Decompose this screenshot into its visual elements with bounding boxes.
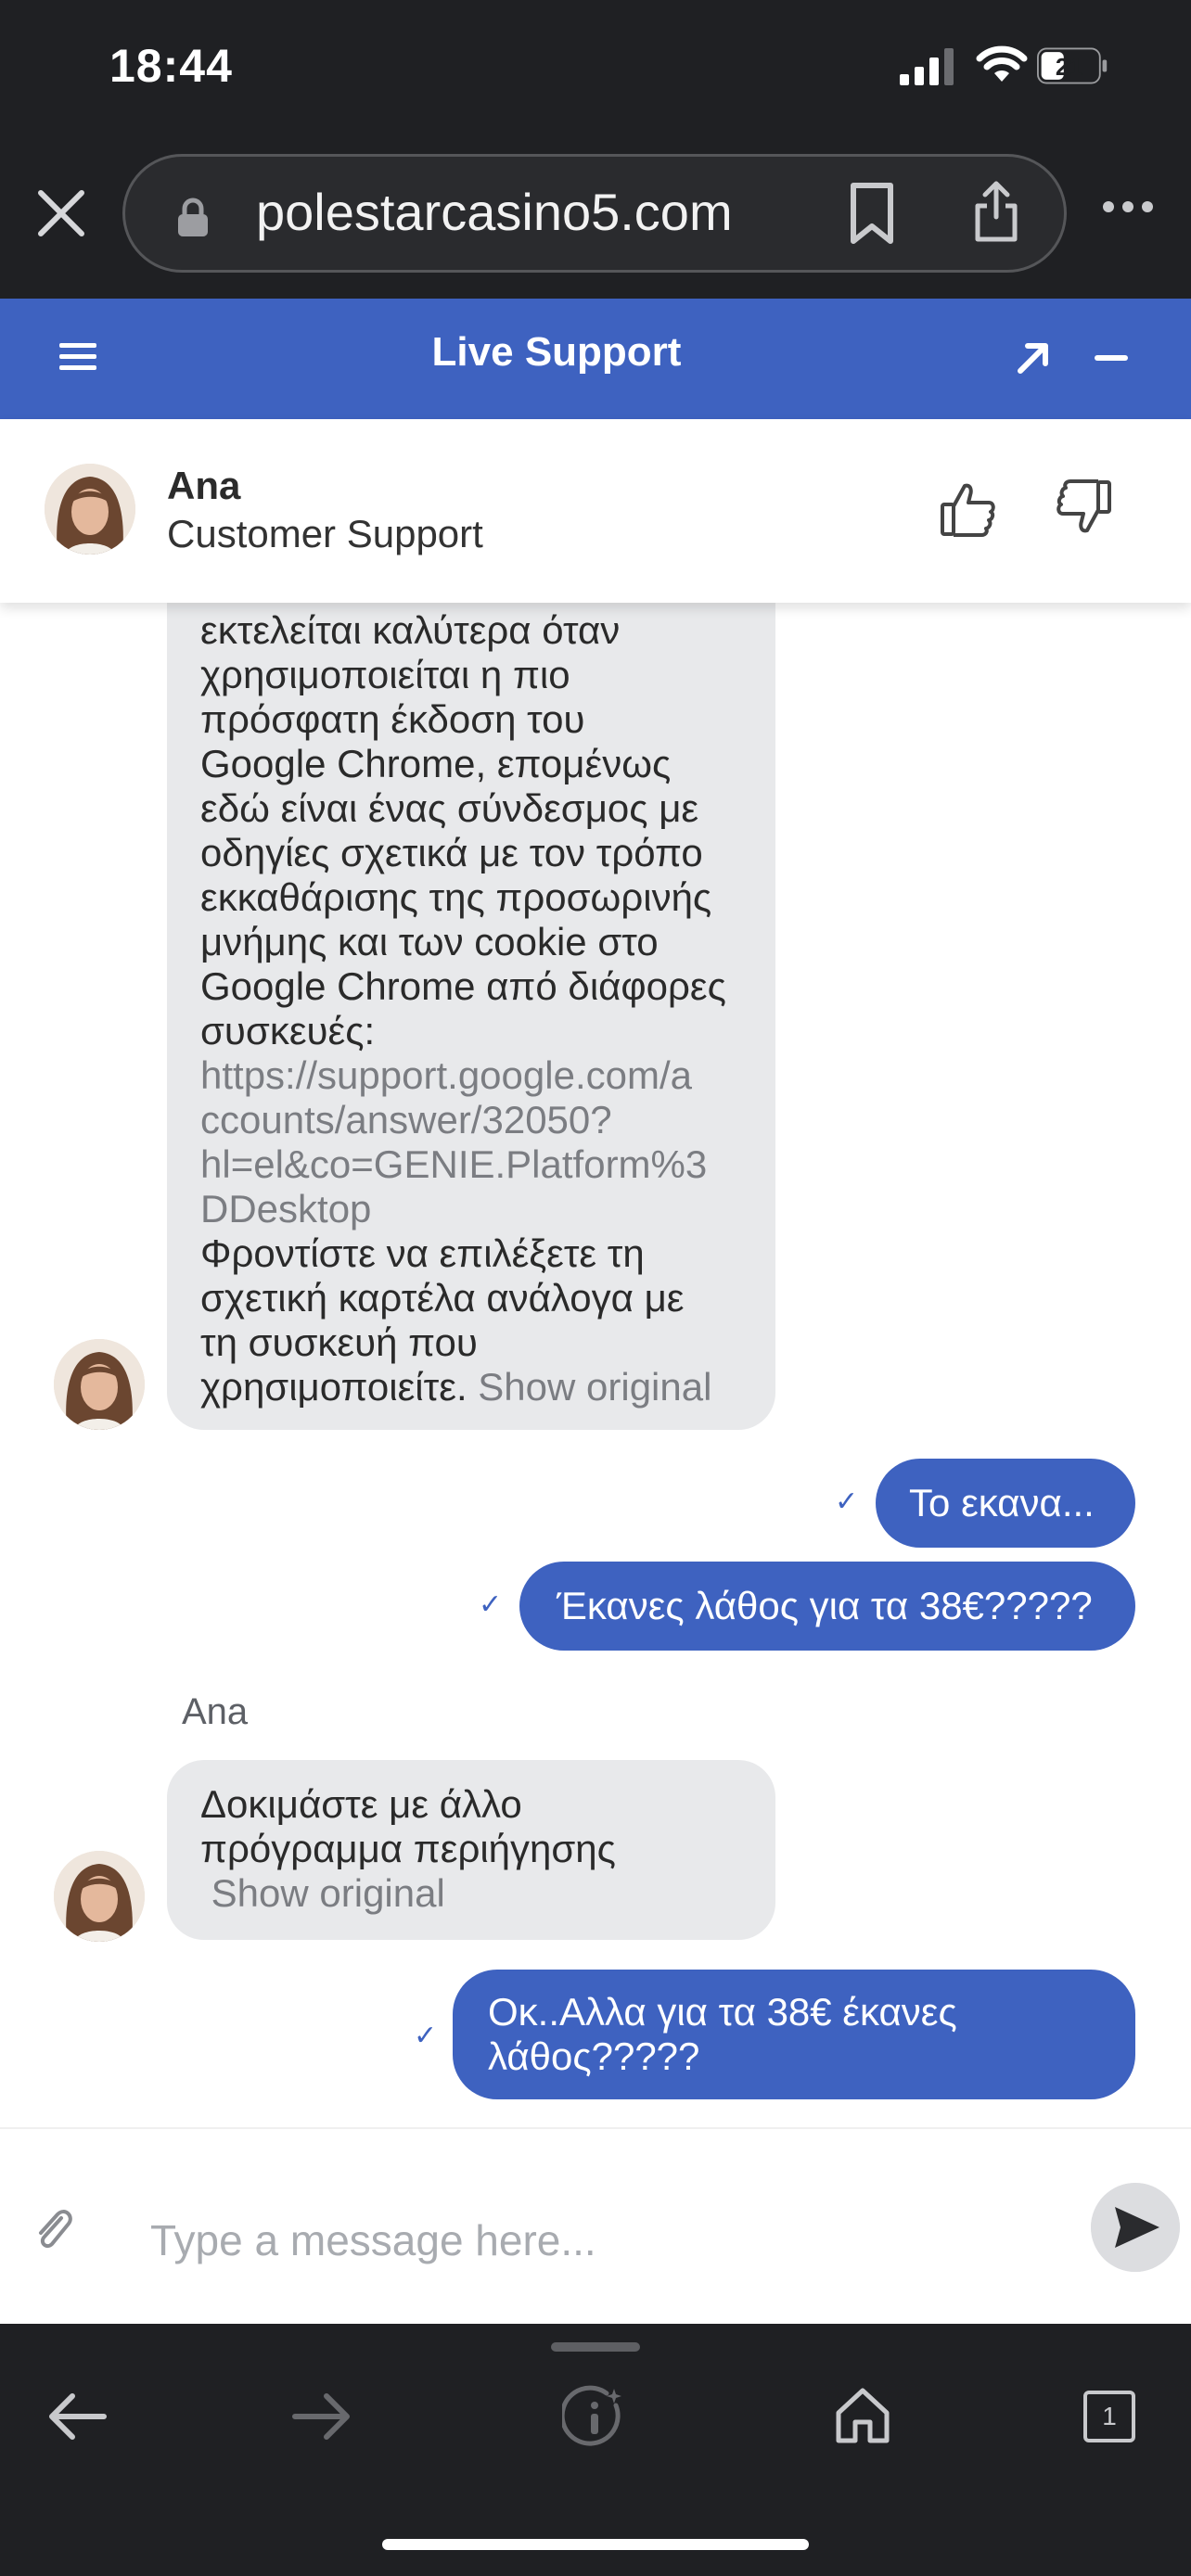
message-line: σχετική καρτέλα ανάλογα με	[200, 1276, 685, 1320]
site-info-icon[interactable]	[562, 2385, 627, 2450]
message-line: χρησιμοποιείτε.	[200, 1365, 467, 1409]
message-line: Φροντίστε να επιλέξετε τη	[200, 1231, 645, 1275]
support-link-line[interactable]: ccounts/answer/32050?	[200, 1098, 742, 1142]
agent-message-bubble: Δοκιμάστε με άλλο πρόγραμμα περιήγησης S…	[167, 1760, 775, 1940]
lock-icon	[178, 198, 208, 236]
minimize-icon[interactable]	[1095, 355, 1128, 361]
message-line: πρόσφατη έκδοση του	[200, 697, 585, 741]
thumbs-down-icon[interactable]	[1054, 478, 1113, 538]
delivered-check-icon: ✓	[479, 1589, 503, 1620]
message-line: πρόγραμμα περιήγησης	[200, 1827, 616, 1870]
message-line: μνήμης και των cookie στο	[200, 920, 659, 963]
agent-role: Customer Support	[167, 512, 483, 555]
chat-title: Live Support	[431, 329, 682, 375]
message-line: Οκ..Αλλα για τα 38€ έκανες	[488, 1990, 957, 2034]
message-line: εκκαθάρισης της προσωρινής	[200, 875, 712, 919]
url-text[interactable]: polestarcasino5.com	[256, 182, 733, 242]
support-link-line[interactable]: https://support.google.com/a	[200, 1053, 742, 1098]
message-line: εδώ είναι ένας σύνδεσμος με	[200, 786, 699, 830]
delivered-check-icon: ✓	[414, 2021, 438, 2051]
share-icon[interactable]	[970, 178, 1022, 245]
send-button[interactable]	[1091, 2183, 1180, 2272]
agent-avatar	[54, 1851, 145, 1942]
message-text: Έκανες λάθος για τα 38€?????	[557, 1584, 1093, 1627]
home-indicator	[382, 2539, 809, 2550]
cellular-signal-icon	[900, 48, 954, 85]
agent-avatar	[45, 464, 135, 555]
home-icon[interactable]	[833, 2385, 892, 2444]
delivered-check-icon: ✓	[835, 1486, 859, 1517]
agent-message-bubble: εκτελείται καλύτερα όταν χρησιμοποιείται…	[167, 556, 775, 1430]
status-time: 18:44	[109, 40, 233, 92]
sender-name: Ana	[182, 1691, 249, 1732]
message-line: λάθος?????	[488, 2034, 700, 2078]
more-options-icon[interactable]	[1102, 200, 1154, 213]
message-line: Google Chrome, επομένως	[200, 742, 672, 785]
back-arrow-icon[interactable]	[46, 2391, 108, 2442]
thumbs-up-icon[interactable]	[939, 478, 998, 538]
user-message-bubble: Οκ..Αλλα για τα 38€ έκανες λάθος?????	[453, 1970, 1135, 2099]
message-line: χρησιμοποιείται η πιο	[200, 653, 570, 696]
battery-icon: 21	[1037, 47, 1108, 84]
agent-name: Ana	[167, 464, 241, 507]
sheet-grabber[interactable]	[551, 2342, 640, 2352]
user-message-bubble: Έκανες λάθος για τα 38€?????	[519, 1562, 1135, 1651]
agent-avatar	[54, 1339, 145, 1430]
support-link-line[interactable]: hl=el&co=GENIE.Platform%3	[200, 1142, 742, 1187]
user-message-bubble: Το εκανα...	[876, 1459, 1135, 1548]
message-line: Δοκιμάστε με άλλο	[200, 1782, 522, 1826]
expand-icon[interactable]	[1015, 339, 1052, 376]
message-line: συσκευές:	[200, 1009, 376, 1052]
svg-text:21: 21	[1056, 53, 1082, 81]
close-icon[interactable]	[33, 185, 89, 241]
support-link-line[interactable]: DDesktop	[200, 1187, 742, 1231]
show-original-link[interactable]: Show original	[478, 1365, 711, 1409]
wifi-icon	[976, 45, 1028, 82]
message-input[interactable]	[148, 2207, 1061, 2274]
bookmark-icon[interactable]	[846, 182, 898, 245]
forward-arrow-icon[interactable]	[291, 2391, 352, 2442]
agent-header	[0, 419, 1191, 603]
message-line: εκτελείται καλύτερα όταν	[200, 608, 621, 652]
message-line: τη συσκευή που	[200, 1320, 478, 1364]
message-line: οδηγίες σχετικά με τον τρόπο	[200, 831, 703, 874]
attachment-icon[interactable]	[33, 2205, 74, 2253]
message-text: Το εκανα...	[909, 1481, 1095, 1524]
message-line: Google Chrome από διάφορες	[200, 964, 726, 1008]
tabs-button[interactable]: 1	[1083, 2391, 1135, 2442]
show-original-link[interactable]: Show original	[211, 1871, 445, 1915]
